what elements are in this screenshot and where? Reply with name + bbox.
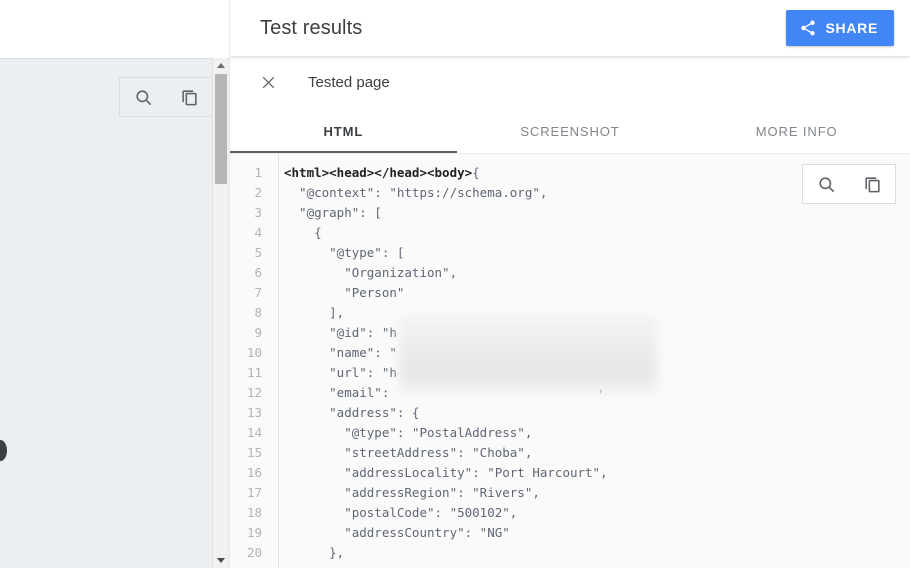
line-number: 10	[246, 345, 262, 360]
code-text: "address": {	[284, 405, 420, 420]
code-text: ],	[284, 305, 345, 320]
background-page-body	[0, 58, 232, 568]
code-line: 14 "@type": "PostalAddress",	[230, 423, 910, 443]
search-icon[interactable]	[125, 79, 161, 115]
tab-more-info-label: MORE INFO	[755, 123, 838, 139]
code-line: 15 "streetAddress": "Choba",	[230, 443, 910, 463]
code-text: "addressCountry": "NG"	[284, 525, 510, 540]
line-number: 6	[254, 265, 262, 280]
code-text: "Organization",	[284, 265, 458, 280]
code-text: "@graph": [	[284, 205, 382, 220]
line-number: 20	[246, 545, 262, 560]
code-text: "@type": [	[284, 245, 405, 260]
code-line: 5 "@type": [	[230, 243, 910, 263]
close-icon[interactable]	[250, 64, 286, 100]
code-line: 18 "postalCode": "500102",	[230, 503, 910, 523]
tab-more-info[interactable]: MORE INFO	[683, 108, 910, 154]
code-toolbar	[802, 164, 896, 204]
code-line: 13 "address": {	[230, 403, 910, 423]
line-number: 19	[246, 525, 262, 540]
line-number: 16	[246, 465, 262, 480]
code-text: "email":	[284, 385, 397, 400]
line-number: 15	[246, 445, 262, 460]
code-text: <html><head></head><body>	[284, 165, 473, 180]
page-scrollbar[interactable]	[212, 58, 227, 568]
line-number: 17	[246, 485, 262, 500]
code-text: "postalCode": "500102",	[284, 505, 518, 520]
line-number: 11	[246, 365, 262, 380]
line-number: 12	[246, 385, 262, 400]
code-text: "streetAddress": "Choba",	[284, 445, 533, 460]
code-text: "url": "h	[284, 365, 397, 380]
line-number: 14	[246, 425, 262, 440]
redacted-trailing-comma: ,	[597, 380, 605, 395]
copy-icon[interactable]	[854, 166, 890, 202]
copy-icon[interactable]	[171, 79, 207, 115]
code-line: 20 },	[230, 543, 910, 563]
scroll-down-arrow-icon[interactable]	[213, 553, 228, 568]
scrollbar-thumb[interactable]	[215, 74, 227, 184]
code-line: 17 "addressRegion": "Rivers",	[230, 483, 910, 503]
code-line: 6 "Organization",	[230, 263, 910, 283]
code-line: 19 "addressCountry": "NG"	[230, 523, 910, 543]
code-text: "@context": "https://schema.org",	[284, 185, 548, 200]
code-text-tail: {	[472, 165, 480, 180]
line-number: 3	[254, 205, 262, 220]
tested-page-label: Tested page	[308, 73, 390, 91]
code-line: 3 "@graph": [	[230, 203, 910, 223]
share-button[interactable]: SHARE	[786, 10, 894, 46]
line-number: 18	[246, 505, 262, 520]
code-line: 4 {	[230, 223, 910, 243]
code-line: 7 "Person"	[230, 283, 910, 303]
line-number: 7	[254, 285, 262, 300]
code-text: "@id": "h	[284, 325, 397, 340]
code-line: 16 "addressLocality": "Port Harcourt",	[230, 463, 910, 483]
tab-screenshot[interactable]: SCREENSHOT	[457, 108, 684, 154]
result-tabs: HTML SCREENSHOT MORE INFO	[230, 108, 910, 154]
line-number: 2	[254, 185, 262, 200]
tab-html[interactable]: HTML	[230, 108, 457, 154]
code-text: "@type": "PostalAddress",	[284, 425, 533, 440]
scroll-up-arrow-icon[interactable]	[213, 58, 228, 73]
line-number: 9	[254, 325, 262, 340]
code-text: "addressLocality": "Port Harcourt",	[284, 465, 608, 480]
redacted-values-blur	[399, 315, 657, 394]
share-button-label: SHARE	[825, 20, 878, 36]
line-number: 5	[254, 245, 262, 260]
screen-root: Test results SHARE Tested page HTML SCRE…	[0, 0, 910, 568]
page-title: Test results	[260, 16, 363, 39]
background-code-toolbar	[119, 77, 213, 117]
tab-screenshot-label: SCREENSHOT	[520, 123, 620, 139]
line-number: 13	[246, 405, 262, 420]
code-text: },	[284, 545, 345, 560]
test-results-panel: Test results SHARE Tested page HTML SCRE…	[229, 0, 910, 568]
code-text: "addressRegion": "Rivers",	[284, 485, 540, 500]
share-icon	[799, 19, 817, 37]
code-text: {	[284, 225, 322, 240]
tested-page-row: Tested page	[230, 56, 910, 108]
line-number: 4	[254, 225, 262, 240]
html-source-viewer[interactable]: 1 <html><head></head><body>{2 "@context":…	[230, 154, 910, 568]
code-text: "name": "	[284, 345, 397, 360]
code-text: "Person"	[284, 285, 405, 300]
panel-header: Test results SHARE	[230, 0, 910, 56]
search-icon[interactable]	[808, 166, 844, 202]
line-number: 8	[254, 305, 262, 320]
background-top-strip	[0, 0, 232, 58]
line-number: 1	[254, 165, 262, 180]
tab-html-label: HTML	[323, 123, 364, 139]
